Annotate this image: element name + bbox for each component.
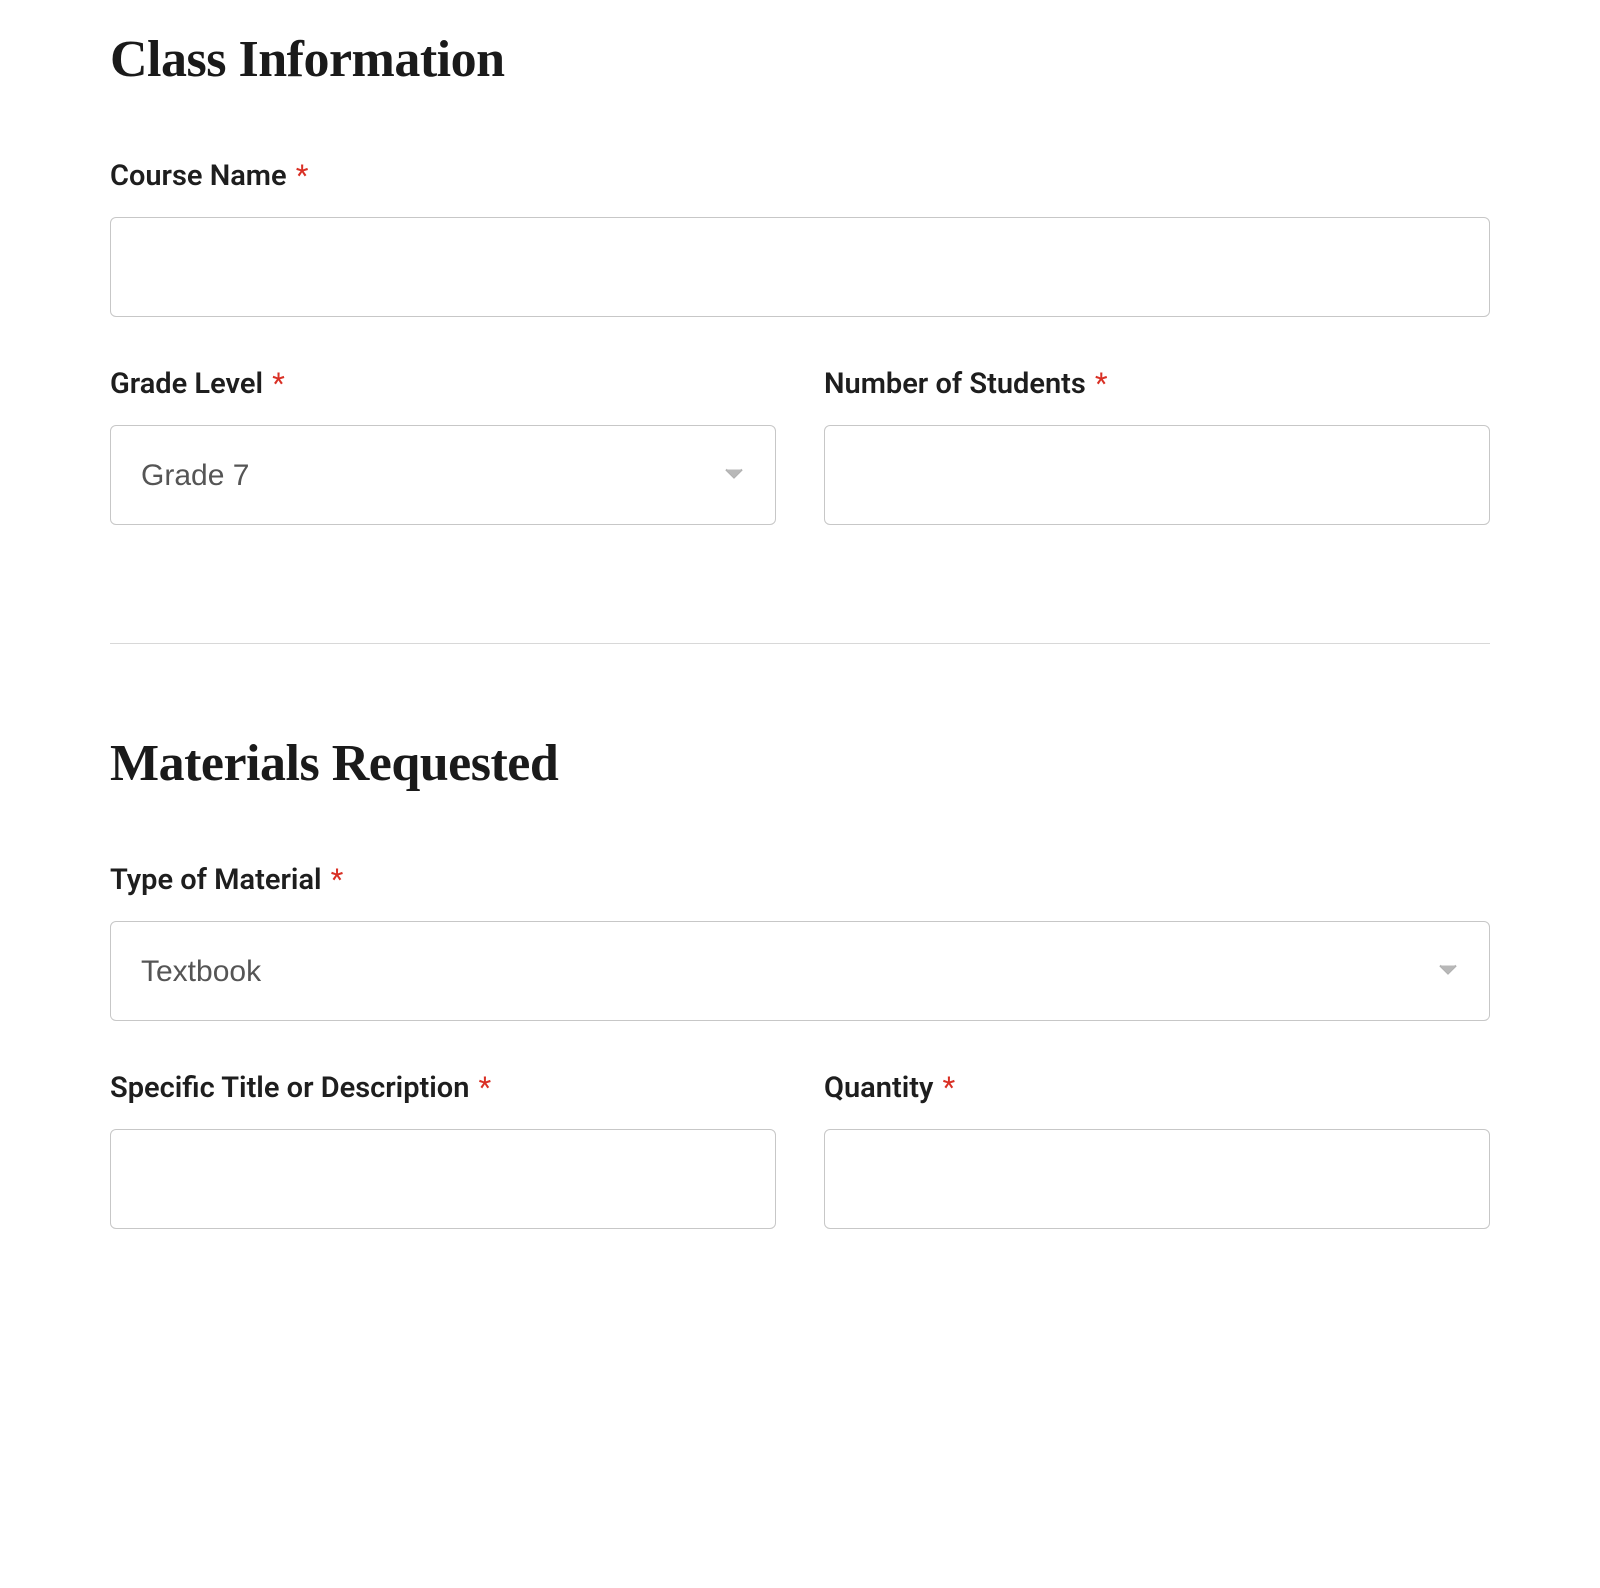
- num-students-label: Number of Students *: [824, 367, 1490, 401]
- num-students-input[interactable]: [824, 425, 1490, 525]
- grade-level-select[interactable]: Grade 7: [110, 425, 776, 525]
- quantity-label: Quantity *: [824, 1071, 1490, 1105]
- course-name-input[interactable]: [110, 217, 1490, 317]
- required-star-icon: *: [479, 1071, 492, 1105]
- title-desc-label-text: Specific Title or Description: [110, 1071, 469, 1105]
- material-type-field: Type of Material * Textbook: [110, 863, 1490, 1021]
- course-name-field: Course Name *: [110, 159, 1490, 317]
- title-desc-input[interactable]: [110, 1129, 776, 1229]
- required-star-icon: *: [943, 1071, 956, 1105]
- section-divider: [110, 643, 1490, 644]
- grade-level-label-text: Grade Level: [110, 367, 263, 401]
- grade-level-field: Grade Level * Grade 7: [110, 367, 776, 525]
- quantity-field: Quantity *: [824, 1071, 1490, 1229]
- course-name-label-text: Course Name: [110, 159, 287, 193]
- material-type-label: Type of Material *: [110, 863, 1490, 897]
- material-type-select[interactable]: Textbook: [110, 921, 1490, 1021]
- grade-level-label: Grade Level *: [110, 367, 776, 401]
- course-name-label: Course Name *: [110, 159, 1490, 193]
- quantity-input[interactable]: [824, 1129, 1490, 1229]
- materials-heading: Materials Requested: [110, 734, 1490, 793]
- required-star-icon: *: [1095, 367, 1108, 401]
- title-desc-field: Specific Title or Description *: [110, 1071, 776, 1229]
- required-star-icon: *: [272, 367, 285, 401]
- num-students-label-text: Number of Students: [824, 367, 1086, 401]
- required-star-icon: *: [331, 863, 344, 897]
- quantity-label-text: Quantity: [824, 1071, 933, 1105]
- class-info-heading: Class Information: [110, 30, 1490, 89]
- num-students-field: Number of Students *: [824, 367, 1490, 525]
- material-type-label-text: Type of Material: [110, 863, 322, 897]
- title-desc-label: Specific Title or Description *: [110, 1071, 776, 1105]
- required-star-icon: *: [296, 159, 309, 193]
